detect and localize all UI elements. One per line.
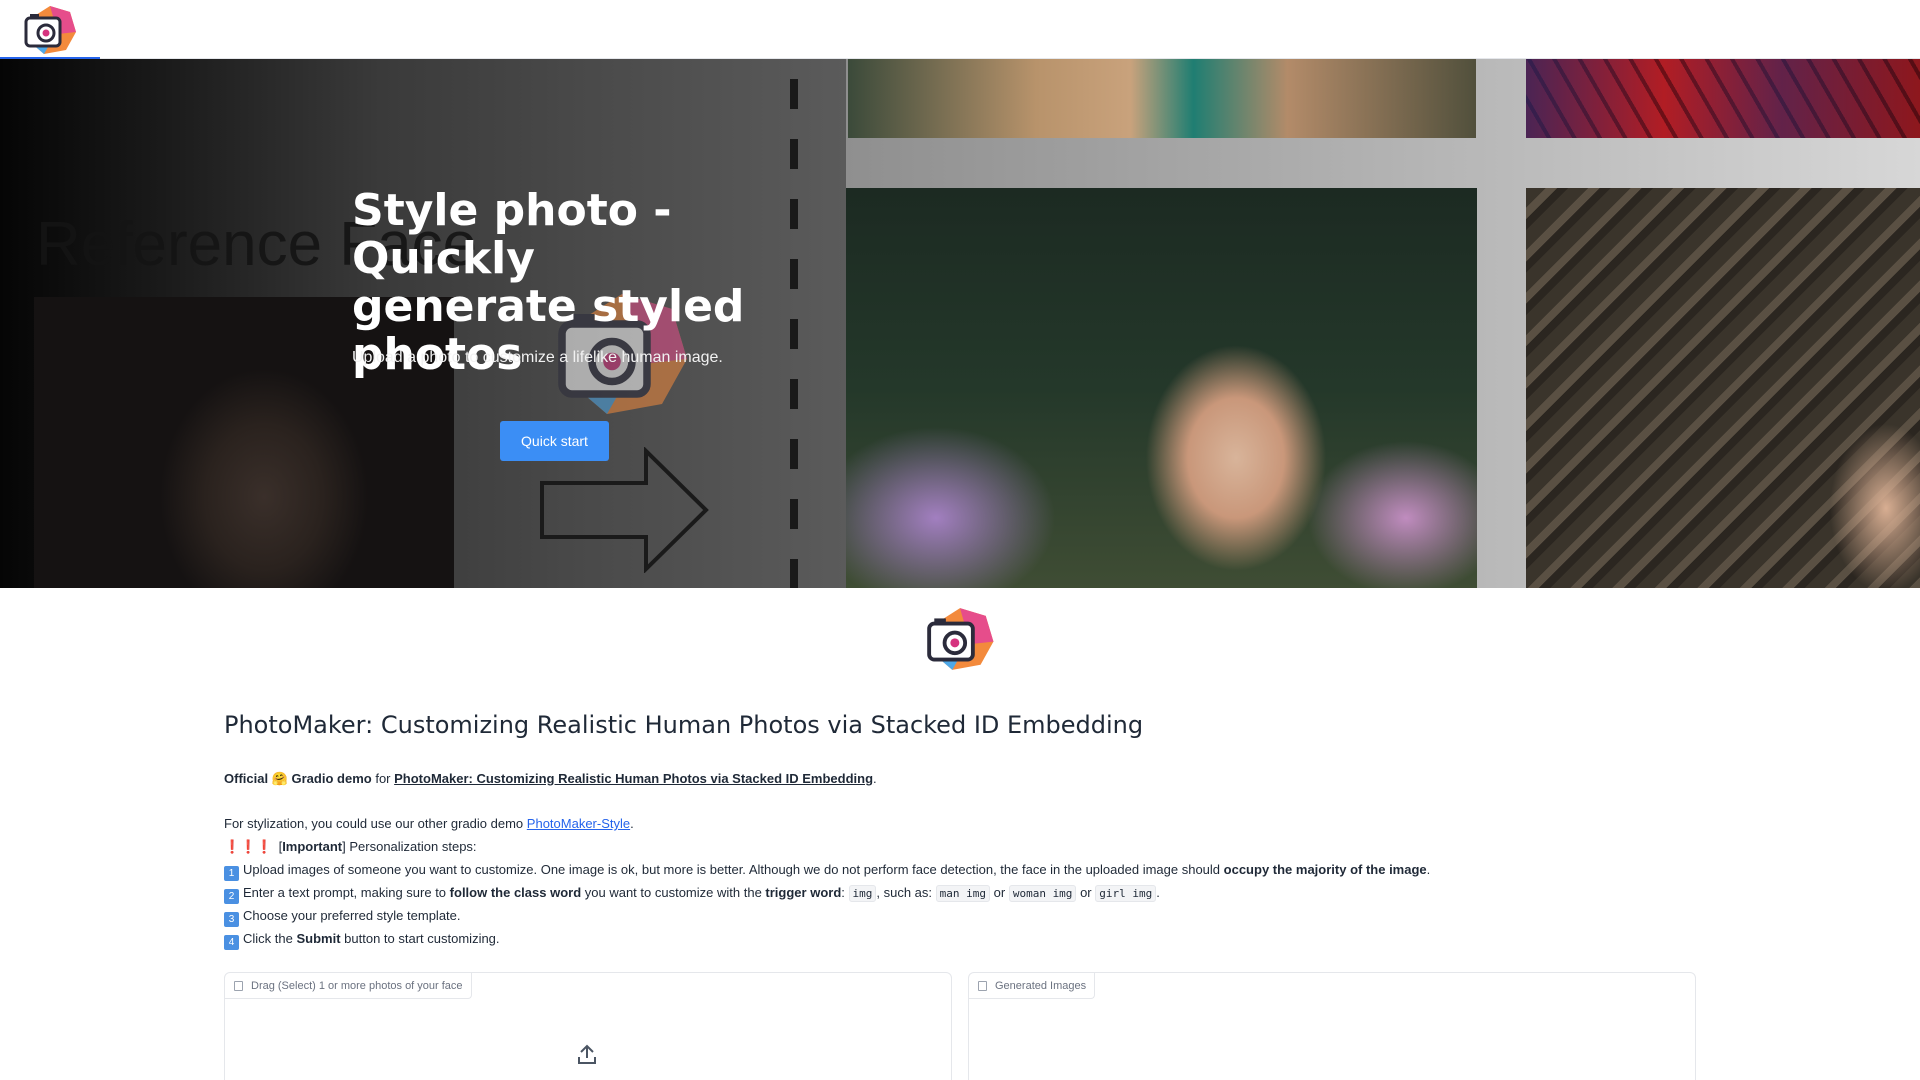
step-2-text: Enter a text prompt, making sure to	[243, 885, 447, 900]
stylization-suffix: .	[630, 816, 634, 831]
official-line: Official 🤗 Gradio demo for PhotoMaker: C…	[224, 771, 877, 787]
important-line: ❗❗❗ [Important] Personalization steps:	[224, 839, 477, 855]
step-number-badge: 1	[224, 866, 239, 881]
stylization-line: For stylization, you could use our other…	[224, 816, 634, 831]
step-2-end: .	[1156, 885, 1160, 900]
stylization-text: For stylization, you could use our other…	[224, 816, 524, 831]
gradio-demo-text: Gradio demo	[291, 771, 372, 786]
upload-label: Drag (Select) 1 or more photos of your f…	[225, 973, 472, 999]
step-2-or-2: or	[1080, 885, 1092, 900]
generated-label: Generated Images	[969, 973, 1096, 999]
top-bar	[0, 0, 1920, 59]
upload-label-text: Drag (Select) 1 or more photos of your f…	[251, 980, 463, 992]
step-2-bold-class-word: follow the class word	[449, 885, 582, 900]
step-number-badge: 2	[224, 889, 239, 904]
step-4-end: button to start customizing.	[344, 931, 500, 946]
generated-label-text: Generated Images	[995, 980, 1087, 992]
hugging-face-emoji: 🤗	[271, 771, 288, 786]
upload-dropzone[interactable]: Drag (Select) 1 or more photos of your f…	[224, 972, 952, 1080]
step-2-text-mid: you want to customize with the	[584, 885, 762, 900]
camera-logo-icon[interactable]	[22, 4, 78, 56]
step-1: 1 Upload images of someone you want to cu…	[224, 862, 1430, 881]
exclamation-icons: ❗❗❗	[224, 839, 273, 854]
file-icon	[234, 981, 243, 991]
quick-start-button[interactable]: Quick start	[500, 421, 609, 461]
official-suffix: .	[873, 771, 877, 786]
step-4-bold-submit: Submit	[296, 931, 341, 946]
code-img: img	[848, 885, 877, 902]
home-tab[interactable]	[0, 0, 100, 59]
step-number-badge: 3	[224, 912, 239, 927]
step-4-text: Click the	[243, 931, 293, 946]
paper-link[interactable]: PhotoMaker: Customizing Realistic Human …	[394, 771, 873, 786]
for-text: for	[375, 771, 391, 786]
sample-photo-dragon-portrait	[1526, 188, 1920, 588]
hero-subtitle: Upload a photo to customize a lifelike h…	[352, 349, 723, 366]
step-3: 3 Choose your preferred style template.	[224, 908, 461, 927]
important-label: Important	[282, 839, 343, 854]
photomaker-style-link[interactable]: PhotoMaker-Style	[527, 816, 630, 831]
sample-photo-top-left	[848, 59, 1476, 138]
step-4: 4 Click the Submit button to start custom…	[224, 931, 500, 950]
code-man-img: man img	[935, 885, 991, 902]
code-girl-img: girl img	[1095, 885, 1157, 902]
step-2-colon: :	[841, 885, 845, 900]
image-icon	[978, 981, 987, 991]
sample-photo-top-right	[1526, 59, 1920, 138]
official-prefix: Official	[224, 771, 269, 786]
arrow-right-icon	[540, 447, 709, 573]
important-rest: ] Personalization steps:	[342, 839, 477, 854]
camera-logo-icon	[927, 608, 994, 670]
sample-photo-garden-portrait	[846, 188, 1477, 588]
step-1-text: Upload images of someone you want to cus…	[243, 862, 1221, 877]
upload-icon[interactable]	[575, 1043, 599, 1067]
step-2: 2 Enter a text prompt, making sure to fol…	[224, 885, 1160, 904]
page-title: PhotoMaker: Customizing Realistic Human …	[224, 711, 1144, 739]
dashed-divider	[790, 79, 798, 588]
step-1-end: .	[1426, 862, 1431, 877]
step-2-or-1: or	[993, 885, 1006, 900]
generated-images-gallery: Generated Images	[968, 972, 1696, 1080]
hero-banner: Reference Face Style photo - Quickly gen…	[0, 59, 1920, 588]
step-3-text: Choose your preferred style template.	[243, 908, 461, 923]
step-number-badge: 4	[224, 935, 239, 950]
step-2-bold-trigger: trigger word	[765, 885, 842, 900]
code-woman-img: woman img	[1008, 885, 1077, 902]
step-2-such-as: , such as:	[876, 885, 933, 900]
step-1-bold: occupy the majority of the image	[1223, 862, 1427, 877]
